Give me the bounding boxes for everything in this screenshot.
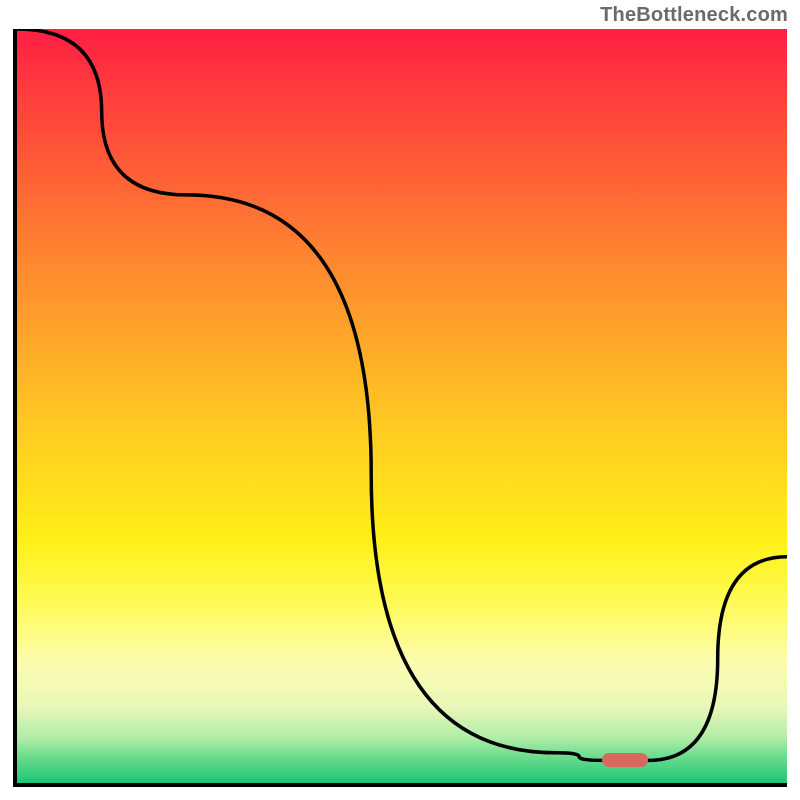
chart-gradient-background: [17, 29, 787, 783]
optimal-range-marker: [602, 753, 648, 767]
attribution-text: TheBottleneck.com: [600, 4, 788, 27]
chart-plot-area: [13, 29, 787, 787]
